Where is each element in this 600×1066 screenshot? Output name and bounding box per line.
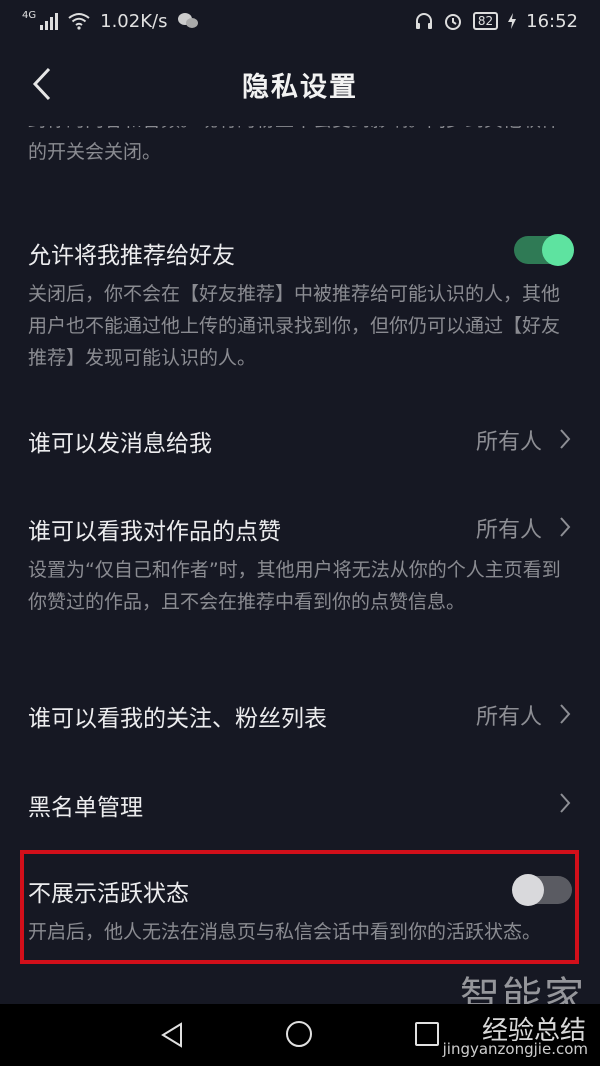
setting-who-can-see-following[interactable]: 谁可以看我的关注、粉丝列表 所有人 [0,671,600,757]
chevron-right-icon [560,429,571,449]
status-bar: 4G 1.02K/s 82 16:52 [0,0,600,42]
setting-recommend-to-friends: 允许将我推荐给好友 关闭后，你不会在【好友推荐】中被推荐给可能认识的人，其他用户… [0,216,600,386]
setting-value: 所有人 [475,430,542,455]
nav-recent-icon[interactable] [415,1022,439,1046]
page-title: 隐私设置 [242,71,358,103]
setting-value: 所有人 [475,518,542,543]
chevron-left-icon [32,67,51,101]
alarm-icon [444,14,461,30]
back-button[interactable] [22,64,62,104]
setting-title: 谁可以看我对作品的点赞 [28,519,281,545]
header: 隐私设置 [0,42,600,126]
signal-icon [40,12,59,30]
clock: 16:52 [526,10,578,32]
setting-description: 设置为“仅自己和作者”时，其他用户将无法从你的个人主页看到你赞过的作品，且不会在… [28,559,561,613]
setting-title: 黑名单管理 [28,795,143,821]
setting-who-can-see-likes[interactable]: 谁可以看我对作品的点赞 所有人 设置为“仅自己和作者”时，其他用户将无法从你的个… [0,496,600,656]
settings-list: 封你的内容和音频。现有的粉丝不会受到影响。同步到其他软件的开关会关闭。 允许将我… [0,126,600,1004]
toggle-knob [542,234,574,266]
clipped-description: 封你的内容和音频。现有的粉丝不会受到影响。同步到其他软件的开关会关闭。 [28,126,560,163]
network-type: 4G [22,9,37,21]
network-speed: 1.02K/s [100,10,168,32]
setting-title: 允许将我推荐给好友 [28,243,235,269]
charging-icon [508,13,517,29]
chevron-right-icon [560,704,571,724]
setting-title: 谁可以发消息给我 [28,431,212,457]
highlight-box [20,850,579,964]
setting-blacklist[interactable]: 黑名单管理 [0,760,600,846]
chevron-right-icon [560,517,571,537]
recommend-toggle[interactable] [514,234,574,266]
setting-description: 关闭后，你不会在【好友推荐】中被推荐给可能认识的人，其他用户也不能通过他上传的通… [28,283,561,369]
setting-title: 谁可以看我的关注、粉丝列表 [28,706,327,732]
nav-back-icon[interactable] [160,1022,184,1048]
wechat-icon [178,13,199,28]
chevron-right-icon [560,793,571,813]
setting-value: 所有人 [475,705,542,730]
watermark-url: jingyanzongjie.com [442,1040,588,1058]
nav-home-icon[interactable] [286,1021,312,1047]
setting-who-can-message[interactable]: 谁可以发消息给我 所有人 [0,394,600,484]
wifi-icon [68,13,90,30]
battery-icon: 82 [472,12,499,30]
headset-icon [415,13,432,29]
